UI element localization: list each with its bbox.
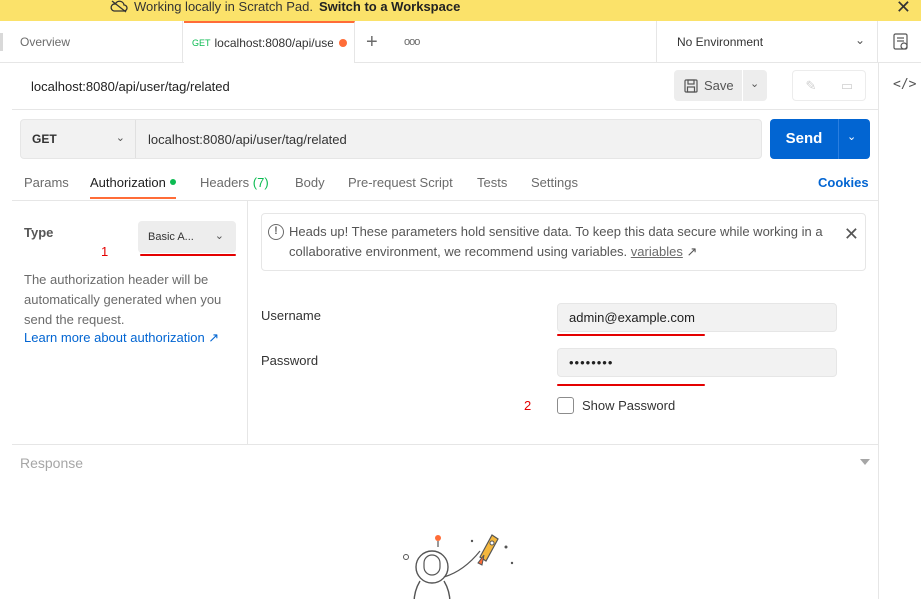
- auth-type-select[interactable]: Basic A... ⌄: [138, 221, 236, 253]
- tab-authorization[interactable]: Authorization: [90, 175, 176, 199]
- show-password-row[interactable]: Show Password: [557, 397, 675, 414]
- send-options-chevron-icon[interactable]: ⌄: [847, 130, 856, 143]
- send-label: Send: [785, 130, 823, 147]
- external-link-icon: ↗: [686, 244, 698, 259]
- annotation-number-2: 2: [524, 398, 532, 413]
- tab-tests[interactable]: Tests: [477, 175, 507, 199]
- annotation-number-1: 1: [101, 244, 109, 259]
- request-header: localhost:8080/api/user/tag/related Save…: [12, 63, 878, 110]
- password-field[interactable]: ••••••••: [557, 348, 837, 377]
- active-dot-icon: [169, 179, 176, 185]
- auth-type-value: Basic A...: [148, 231, 194, 243]
- tab-headers[interactable]: Headers (7): [200, 175, 269, 199]
- tab-settings[interactable]: Settings: [531, 175, 578, 199]
- request-editor: localhost:8080/api/user/tag/related Save…: [12, 63, 878, 599]
- annotation-underline-type: [140, 254, 236, 256]
- environment-quick-look-icon[interactable]: [893, 33, 909, 51]
- cloud-off-icon: [110, 0, 128, 13]
- chevron-down-icon: ⌄: [854, 33, 865, 47]
- chevron-down-icon: ⌄: [214, 230, 224, 242]
- url-bar: GET ⌄ localhost:8080/api/user/tag/relate…: [20, 119, 762, 159]
- tab-overview-label: Overview: [20, 35, 71, 49]
- cookies-link[interactable]: Cookies: [818, 175, 869, 190]
- username-label: Username: [261, 308, 321, 323]
- learn-more-auth-link[interactable]: Learn more about authorization ↗: [24, 330, 219, 346]
- close-alert-icon[interactable]: ✕: [844, 224, 859, 245]
- unsaved-dot-icon: [338, 39, 347, 47]
- tab-request[interactable]: GET localhost:8080/api/user/tag/related: [184, 21, 355, 63]
- tab-headers-label: Headers: [200, 175, 250, 190]
- show-password-label: Show Password: [582, 398, 676, 413]
- request-title[interactable]: localhost:8080/api/user/tag/related: [31, 79, 230, 94]
- show-password-checkbox[interactable]: [557, 397, 574, 414]
- alert-message: Heads up! These parameters hold sensitiv…: [289, 224, 823, 259]
- banner-close-icon[interactable]: ✕: [896, 0, 911, 18]
- request-side-tools: ✎ ▭: [792, 70, 866, 101]
- astronaut-rocket-illustration: [403, 534, 514, 599]
- tab-bar: Overview GET localhost:8080/api/user/tag…: [0, 21, 921, 63]
- url-input[interactable]: localhost:8080/api/user/tag/related: [148, 132, 347, 147]
- scratchpad-banner: Working locally in Scratch Pad. Switch t…: [0, 0, 921, 21]
- request-subtabs: Params Authorization Headers (7) Body Pr…: [12, 171, 878, 200]
- variables-link[interactable]: variables: [631, 244, 683, 259]
- banner-message: Working locally in Scratch Pad. Switch t…: [110, 0, 460, 13]
- save-options-chevron-icon[interactable]: ⌄: [750, 77, 759, 90]
- edit-icon[interactable]: ✎: [793, 71, 829, 100]
- tab-prerequest-script[interactable]: Pre-request Script: [348, 175, 453, 199]
- tab-authorization-label: Authorization: [90, 175, 166, 190]
- method-selector[interactable]: GET ⌄: [21, 120, 136, 158]
- new-tab-button[interactable]: +: [366, 21, 378, 63]
- save-button[interactable]: Save ⌄: [674, 70, 767, 101]
- switch-workspace-link[interactable]: Switch to a Workspace: [319, 0, 460, 13]
- more-tabs-button[interactable]: ooo: [404, 21, 420, 63]
- comment-icon[interactable]: ▭: [829, 71, 865, 100]
- tab-request-url: localhost:8080/api/user/tag/related: [214, 36, 333, 50]
- tab-params[interactable]: Params: [24, 175, 69, 199]
- annotation-underline-username: [557, 334, 705, 336]
- method-label: GET: [32, 132, 57, 146]
- auth-type-label: Type: [24, 225, 54, 240]
- username-field[interactable]: admin@example.com: [557, 303, 837, 332]
- sensitive-data-alert: ! Heads up! These parameters hold sensit…: [261, 213, 866, 271]
- response-label: Response: [20, 455, 84, 471]
- auth-description: The authorization header will be automat…: [24, 272, 222, 327]
- tab-request-method: GET: [192, 38, 211, 48]
- authorization-panel: Type Basic A... ⌄ The authorization head…: [12, 200, 878, 445]
- headers-count: (7): [252, 175, 269, 190]
- environment-selector[interactable]: No Environment ⌄: [656, 21, 878, 63]
- banner-text: Working locally in Scratch Pad.: [134, 0, 313, 14]
- response-panel: Response: [12, 445, 878, 599]
- password-label: Password: [261, 353, 319, 368]
- chevron-down-icon: ⌄: [115, 132, 125, 144]
- info-icon: !: [268, 224, 284, 240]
- code-snippet-icon[interactable]: </>: [893, 77, 916, 92]
- alert-text: Heads up! These parameters hold sensitiv…: [289, 222, 829, 262]
- annotation-underline-password: [557, 384, 705, 386]
- tab-overview[interactable]: Overview: [0, 21, 183, 63]
- collapse-response-icon[interactable]: [860, 459, 870, 465]
- tab-body[interactable]: Body: [295, 175, 325, 199]
- save-icon: [684, 78, 698, 93]
- environment-label: No Environment: [677, 35, 764, 49]
- send-button[interactable]: Send ⌄: [770, 119, 870, 159]
- right-sidebar: </>: [878, 63, 921, 599]
- auth-type-column: Type Basic A... ⌄ The authorization head…: [12, 201, 248, 445]
- save-label: Save: [704, 78, 734, 93]
